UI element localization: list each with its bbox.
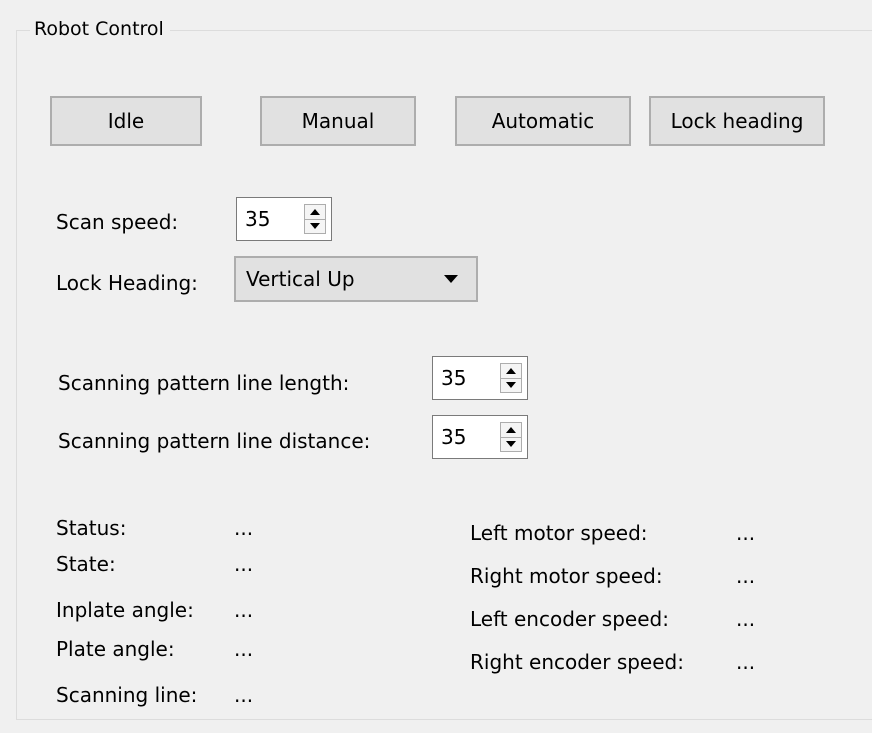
- manual-button[interactable]: Manual: [260, 96, 416, 146]
- automatic-button[interactable]: Automatic: [455, 96, 631, 146]
- line-distance-label: Scanning pattern line distance:: [58, 429, 371, 453]
- lock-heading-label: Lock Heading:: [56, 271, 198, 295]
- state-label: State:: [56, 552, 116, 576]
- inplate-angle-label: Inplate angle:: [56, 598, 194, 622]
- chevron-down-icon: [444, 275, 458, 283]
- plate-angle-label: Plate angle:: [56, 637, 175, 661]
- increment-arrow-icon[interactable]: [501, 423, 521, 438]
- left-motor-speed-value: ...: [736, 521, 756, 545]
- status-label: Status:: [56, 516, 127, 540]
- decrement-arrow-icon[interactable]: [305, 219, 325, 233]
- inplate-angle-value: ...: [234, 598, 254, 622]
- line-distance-value: 35: [441, 425, 467, 449]
- decrement-arrow-icon[interactable]: [501, 437, 521, 451]
- plate-angle-value: ...: [234, 637, 254, 661]
- right-motor-speed-label: Right motor speed:: [470, 564, 663, 588]
- scan-speed-spinbox[interactable]: 35: [236, 197, 332, 241]
- lock-heading-button[interactable]: Lock heading: [649, 96, 825, 146]
- left-encoder-speed-label: Left encoder speed:: [470, 607, 669, 631]
- increment-arrow-icon[interactable]: [305, 205, 325, 220]
- left-motor-speed-label: Left motor speed:: [470, 521, 648, 545]
- increment-arrow-icon[interactable]: [501, 364, 521, 379]
- scanning-line-value: ...: [234, 683, 254, 707]
- idle-button[interactable]: Idle: [50, 96, 202, 146]
- lock-heading-selected: Vertical Up: [246, 267, 355, 291]
- scan-speed-value: 35: [245, 207, 271, 231]
- line-length-spinbox[interactable]: 35: [432, 356, 528, 400]
- scanning-line-label: Scanning line:: [56, 683, 198, 707]
- state-value: ...: [234, 552, 254, 576]
- scan-speed-label: Scan speed:: [56, 210, 179, 234]
- line-distance-stepper[interactable]: [500, 422, 522, 452]
- decrement-arrow-icon[interactable]: [501, 378, 521, 392]
- line-length-label: Scanning pattern line length:: [58, 371, 350, 395]
- scan-speed-stepper[interactable]: [304, 204, 326, 234]
- right-encoder-speed-value: ...: [736, 650, 756, 674]
- left-encoder-speed-value: ...: [736, 607, 756, 631]
- line-length-stepper[interactable]: [500, 363, 522, 393]
- line-length-value: 35: [441, 366, 467, 390]
- right-encoder-speed-label: Right encoder speed:: [470, 650, 684, 674]
- right-motor-speed-value: ...: [736, 564, 756, 588]
- status-value: ...: [234, 516, 254, 540]
- robot-control-window: Robot Control Idle Manual Automatic Lock…: [0, 0, 872, 733]
- group-title: Robot Control: [30, 16, 170, 42]
- line-distance-spinbox[interactable]: 35: [432, 415, 528, 459]
- lock-heading-dropdown[interactable]: Vertical Up: [234, 256, 478, 302]
